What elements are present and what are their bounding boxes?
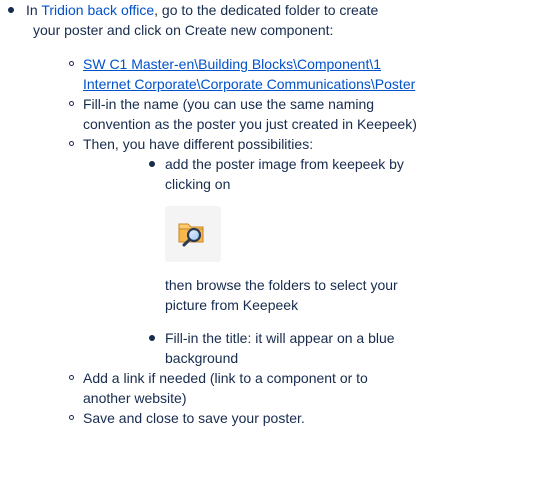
folder-search-icon[interactable] — [177, 218, 207, 248]
step-line-1: In Tridion back office, go to the dedica… — [26, 2, 379, 18]
possibilities-line: Then, you have different possibilities: — [83, 136, 314, 152]
browse-line-2: picture from Keepeek — [165, 297, 299, 313]
bullet-disc — [149, 335, 155, 341]
add-image-line-1: add the poster image from keepeek by — [165, 156, 404, 172]
browse-line-1: then browse the folders to select your — [165, 277, 398, 293]
add-link-line-2: another website) — [83, 390, 187, 406]
add-link-line-1: Add a link if needed (link to a componen… — [83, 370, 368, 386]
fill-name-line-2: convention as the poster you just create… — [83, 116, 417, 132]
add-image-line-2: clicking on — [165, 176, 231, 192]
folder-path-link-cont[interactable]: Internet Corporate\Corporate Communicati… — [83, 76, 415, 92]
folder-search-icon-image — [165, 206, 221, 262]
bullet-circle — [69, 375, 74, 380]
step-line-2: your poster and click on Create new comp… — [33, 22, 334, 38]
bullet-circle — [69, 141, 74, 146]
bullet-circle — [69, 61, 74, 66]
bullet-disc — [149, 161, 155, 167]
title-line-2: background — [165, 350, 239, 366]
bullet-disc — [8, 7, 14, 13]
folder-path-link[interactable]: SW C1 Master-en\Building Blocks\Componen… — [83, 56, 381, 72]
bullet-circle — [69, 415, 74, 420]
title-line-1: Fill-in the title: it will appear on a b… — [165, 330, 395, 346]
bullet-circle — [69, 101, 74, 106]
fill-name-line-1: Fill-in the name (you can use the same n… — [83, 96, 375, 112]
save-close-line: Save and close to save your poster. — [83, 410, 305, 426]
tridion-back-office-link[interactable]: Tridion back office — [41, 2, 154, 18]
folder-path-line-1: SW C1 Master-en\Building Blocks\Componen… — [83, 54, 381, 74]
folder-path-line-2: Internet Corporate\Corporate Communicati… — [83, 74, 415, 94]
